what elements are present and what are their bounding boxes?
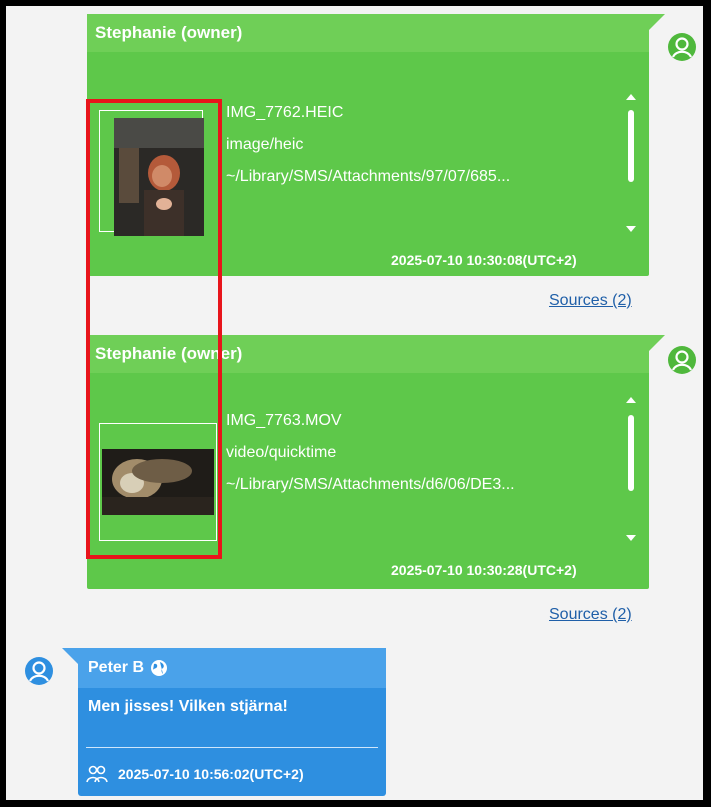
attachment-video-thumbnail[interactable] xyxy=(102,449,214,515)
scrollbar-thumb[interactable] xyxy=(628,415,634,491)
message-timestamp: 2025-07-10 10:30:28(UTC+2) xyxy=(391,562,577,578)
scroll-down-arrow-icon[interactable] xyxy=(626,535,636,541)
attachment-scrollbar[interactable] xyxy=(626,397,636,541)
bubble-tail xyxy=(62,648,78,664)
attachment-scrollbar[interactable] xyxy=(626,94,636,232)
attachment-path: ~/Library/SMS/Attachments/d6/06/DE3... xyxy=(226,476,515,493)
message-bubble-1[interactable]: Stephanie (owner) IMG_7762.HEIC image/he… xyxy=(87,14,665,276)
attachment-mimetype: image/heic xyxy=(226,136,304,153)
user-circle-icon xyxy=(668,33,696,61)
attachment-mimetype: video/quicktime xyxy=(226,444,337,461)
message-timestamp: 2025-07-10 10:56:02(UTC+2) xyxy=(118,766,304,782)
bubble-tail xyxy=(649,14,665,30)
divider xyxy=(86,747,378,748)
scroll-down-arrow-icon[interactable] xyxy=(626,226,636,232)
sender-name: Stephanie (owner) xyxy=(87,14,649,52)
sources-link-1[interactable]: Sources (2) xyxy=(549,292,632,310)
attachment-filename: IMG_7763.MOV xyxy=(226,412,342,429)
reply-header: Peter B xyxy=(78,648,386,688)
message-bubble-3[interactable]: Peter B Men jisses! Vilken stjärna! 2025… xyxy=(62,648,386,796)
reply-footer: 2025-07-10 10:56:02(UTC+2) xyxy=(86,764,304,784)
message-timestamp: 2025-07-10 10:30:08(UTC+2) xyxy=(391,252,577,268)
participants-icon xyxy=(86,765,108,783)
sender-name: Stephanie (owner) xyxy=(87,335,649,373)
sender-name: Peter B xyxy=(88,659,145,676)
sources-link-2[interactable]: Sources (2) xyxy=(549,606,632,624)
user-circle-icon xyxy=(25,657,53,685)
user-circle-icon xyxy=(668,346,696,374)
attachment-image-thumbnail[interactable] xyxy=(114,118,204,236)
globe-icon xyxy=(151,660,168,676)
attachment-path: ~/Library/SMS/Attachments/97/07/685... xyxy=(226,168,511,185)
scroll-up-arrow-icon[interactable] xyxy=(626,94,636,100)
scroll-up-arrow-icon[interactable] xyxy=(626,397,636,403)
message-bubble-2[interactable]: Stephanie (owner) IMG_7763.MOV video/qui… xyxy=(87,335,665,589)
scrollbar-thumb[interactable] xyxy=(628,110,634,182)
message-text: Men jisses! Vilken stjärna! xyxy=(88,698,288,715)
chat-view: Stephanie (owner) IMG_7762.HEIC image/he… xyxy=(6,6,703,800)
attachment-filename: IMG_7762.HEIC xyxy=(226,104,344,121)
bubble-tail xyxy=(649,335,665,351)
